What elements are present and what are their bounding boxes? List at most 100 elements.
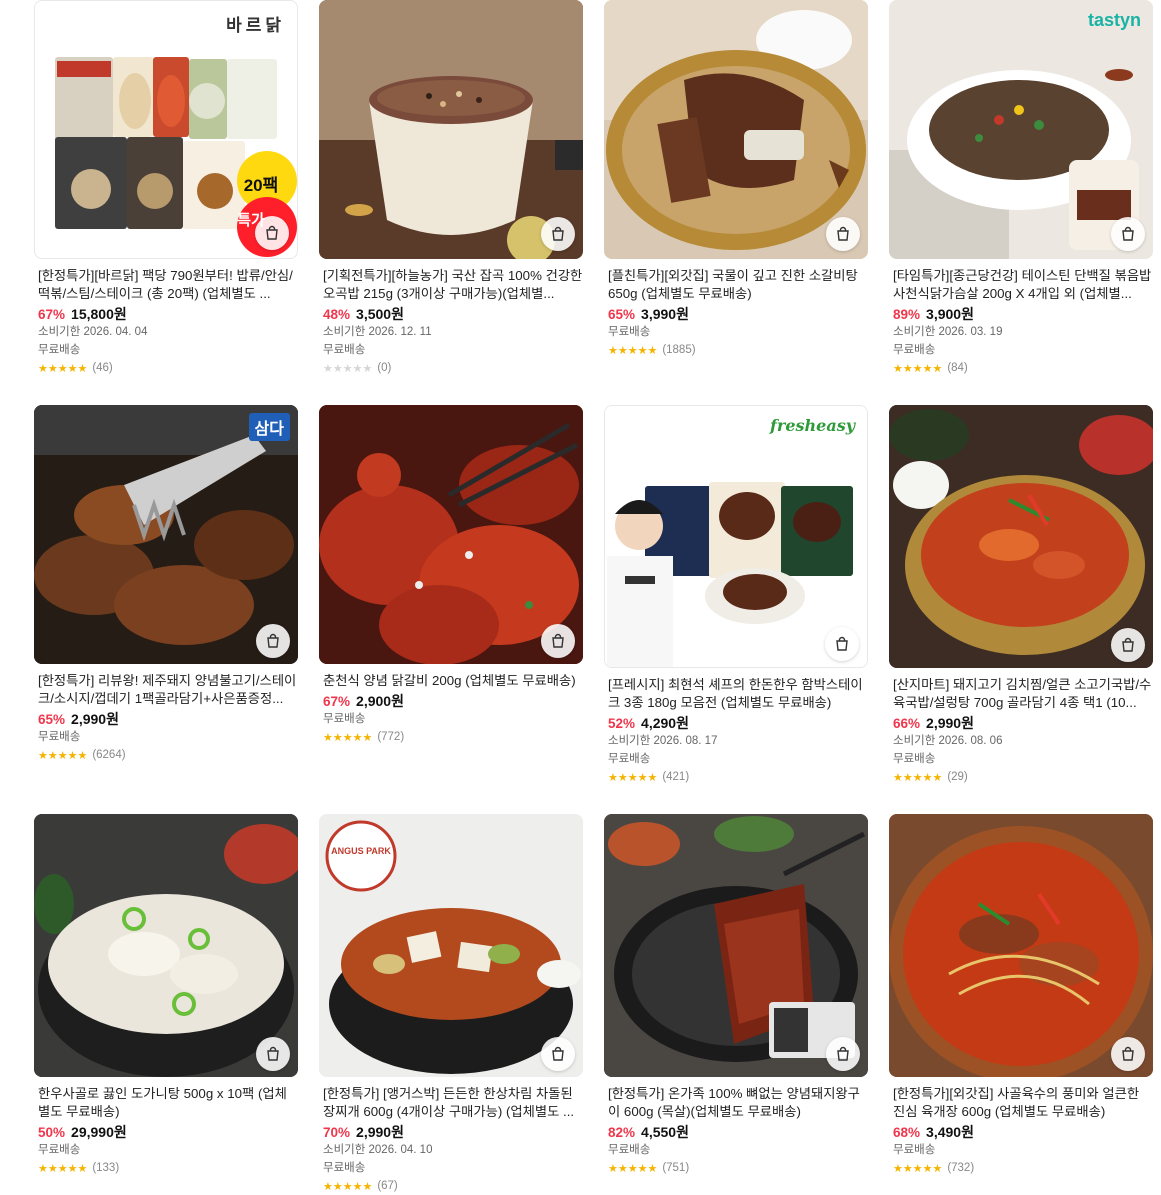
promo-badge: 20팩 — [243, 176, 279, 195]
product-image[interactable] — [604, 0, 868, 259]
add-to-cart-button[interactable] — [256, 1037, 290, 1071]
price-row: 65% 3,990원 — [604, 305, 868, 323]
discount-rate: 65% — [38, 711, 66, 727]
discount-rate: 65% — [608, 306, 636, 322]
product-title[interactable]: 한우사골로 끓인 도가니탕 500g x 10팩 (업체별도 무료배송) — [34, 1085, 298, 1121]
add-to-cart-button[interactable] — [541, 624, 575, 658]
add-to-cart-button[interactable] — [541, 1037, 575, 1071]
rating: ★★★★★ (1885) — [604, 341, 868, 359]
product-title[interactable]: [타임특가][종근당건강] 테이스틴 단백질 볶음밥 사천식닭가슴살 200g … — [889, 267, 1153, 303]
product-title[interactable]: [한정특가] [앵거스박] 든든한 한상차림 차돌된장찌개 600g (4개이상… — [319, 1085, 583, 1121]
sale-price: 3,490원 — [926, 1124, 974, 1140]
shopping-bag-icon — [267, 633, 279, 648]
product-card[interactable]: [한정특가][외갓집] 사골육수의 풍미와 얼큰한 진심 육개장 600g (업… — [889, 814, 1153, 1177]
price-row: 50% 29,990원 — [34, 1123, 298, 1141]
review-count: (6264) — [92, 749, 126, 761]
product-card[interactable]: 삼다 [한정특가] 리뷰왕! 제주돼지 양념불고기/스테이크/소시지/껍데기 1… — [34, 405, 298, 764]
product-title[interactable]: [플친특가][외갓집] 국물이 깊고 진한 소갈비탕 650g (업체별도 무료… — [604, 267, 868, 303]
sale-price: 3,500원 — [356, 306, 404, 322]
product-image[interactable] — [319, 0, 583, 259]
review-count: (133) — [92, 1162, 120, 1174]
product-card[interactable]: ANGUS PARK [한정특가] [앵거스박] 든든한 한상차림 차돌된장찌개… — [319, 814, 583, 1195]
brand-logo: 삼다 — [248, 413, 290, 441]
product-title[interactable]: [한정특가] 리뷰왕! 제주돼지 양념불고기/스테이크/소시지/껍데기 1팩골라… — [34, 672, 298, 708]
product-image[interactable] — [319, 405, 583, 664]
add-to-cart-button[interactable] — [1111, 1037, 1145, 1071]
shopping-bag-icon — [266, 225, 278, 240]
rating: ★★★★★ (732) — [889, 1159, 1153, 1177]
review-count: (772) — [377, 731, 405, 743]
product-card[interactable]: 바르닭 20팩 특가 [한정특가][바르닭] 팩당 790원부터! 밥류/안심/… — [34, 0, 298, 377]
add-to-cart-button[interactable] — [1111, 217, 1145, 251]
add-to-cart-button[interactable] — [825, 627, 859, 661]
shipping-info: 무료배송 — [608, 1144, 651, 1156]
product-title[interactable]: [한정특가][외갓집] 사골육수의 풍미와 얼큰한 진심 육개장 600g (업… — [889, 1085, 1153, 1121]
product-title[interactable]: [프레시지] 최현석 셰프의 한돈한우 함박스테이크 3종 180g 모음전 (… — [604, 676, 868, 712]
shipping-info: 무료배송 — [38, 344, 81, 356]
product-title[interactable]: [한정특가] 온가족 100% 뼈없는 양념돼지왕구이 600g (목살)(업체… — [604, 1085, 868, 1121]
shipping-info: 무료배송 — [608, 326, 651, 338]
brand-logo: 바르닭 — [226, 16, 285, 36]
expiry-date: 소비기한 2026. 08. 06 — [893, 735, 1003, 747]
sale-price: 2,900원 — [356, 693, 404, 709]
star-rating-icon: ★★★★★ — [38, 1162, 88, 1175]
shipping-info: 무료배송 — [323, 344, 366, 356]
product-image[interactable]: tastyn — [889, 0, 1153, 259]
review-count: (0) — [377, 362, 392, 374]
product-image[interactable]: 삼다 — [34, 405, 298, 664]
product-card[interactable]: [기획전특가][하늘농가] 국산 잡곡 100% 건강한 오곡밥 215g (3… — [319, 0, 583, 377]
product-title[interactable]: 춘천식 양념 닭갈비 200g (업체별도 무료배송) — [319, 672, 583, 690]
product-card[interactable]: [플친특가][외갓집] 국물이 깊고 진한 소갈비탕 650g (업체별도 무료… — [604, 0, 868, 359]
rating: ★★★★★ (772) — [319, 728, 583, 746]
shopping-bag-icon — [267, 1046, 279, 1061]
product-image[interactable]: fresheasy — [604, 405, 868, 668]
product-title[interactable]: [한정특가][바르닭] 팩당 790원부터! 밥류/안심/떡볶/스팀/스테이크 … — [34, 267, 298, 303]
product-card[interactable]: [한정특가] 온가족 100% 뼈없는 양념돼지왕구이 600g (목살)(업체… — [604, 814, 868, 1177]
product-image[interactable] — [889, 814, 1153, 1077]
product-image[interactable] — [34, 814, 298, 1077]
star-rating-icon: ★★★★★ — [608, 771, 658, 784]
expiry-date: 소비기한 2026. 08. 17 — [608, 735, 718, 747]
add-to-cart-button[interactable] — [826, 1037, 860, 1071]
rating: ★★★★★ (133) — [34, 1159, 298, 1177]
price-row: 67% 2,900원 — [319, 692, 583, 710]
discount-rate: 52% — [608, 715, 636, 731]
star-rating-icon: ★★★★★ — [608, 344, 658, 357]
product-image[interactable] — [604, 814, 868, 1077]
add-to-cart-button[interactable] — [256, 624, 290, 658]
sale-price: 3,900원 — [926, 306, 974, 322]
price-row: 67% 15,800원 — [34, 305, 298, 323]
shipping-info: 무료배송 — [608, 753, 651, 765]
discount-rate: 66% — [893, 715, 921, 731]
add-to-cart-button[interactable] — [1111, 628, 1145, 662]
product-card[interactable]: [산지마트] 돼지고기 김치찜/얼큰 소고기국밥/수육국밥/설렁탕 700g 골… — [889, 405, 1153, 786]
review-count: (46) — [92, 362, 113, 374]
rating: ★★★★★ (84) — [889, 359, 1153, 377]
product-image[interactable] — [889, 405, 1153, 668]
sale-price: 29,990원 — [71, 1124, 127, 1140]
discount-rate: 50% — [38, 1124, 66, 1140]
star-rating-icon: ★★★★★ — [38, 362, 88, 375]
price-row: 82% 4,550원 — [604, 1123, 868, 1141]
product-card[interactable]: 춘천식 양념 닭갈비 200g (업체별도 무료배송) 67% 2,900원 무… — [319, 405, 583, 746]
product-title[interactable]: [산지마트] 돼지고기 김치찜/얼큰 소고기국밥/수육국밥/설렁탕 700g 골… — [889, 676, 1153, 712]
shopping-bag-icon — [1122, 1046, 1134, 1061]
rating: ★★★★★ (751) — [604, 1159, 868, 1177]
add-to-cart-button[interactable] — [826, 217, 860, 251]
product-card[interactable]: fresheasy [프레시지] 최현석 셰프의 한돈한우 함박스테이크 3종 … — [604, 405, 868, 786]
product-title[interactable]: [기획전특가][하늘농가] 국산 잡곡 100% 건강한 오곡밥 215g (3… — [319, 267, 583, 303]
review-count: (421) — [662, 771, 690, 783]
product-image[interactable]: ANGUS PARK — [319, 814, 583, 1077]
product-card[interactable]: tastyn [타임특가][종근당건강] 테이스틴 단백질 볶음밥 사천식닭가슴… — [889, 0, 1153, 377]
star-rating-icon: ★★★★★ — [893, 362, 943, 375]
discount-rate: 68% — [893, 1124, 921, 1140]
shipping-info: 무료배송 — [893, 344, 936, 356]
product-image[interactable]: 바르닭 20팩 특가 — [34, 0, 298, 259]
product-card[interactable]: 한우사골로 끓인 도가니탕 500g x 10팩 (업체별도 무료배송) 50%… — [34, 814, 298, 1177]
shopping-bag-icon — [552, 633, 564, 648]
discount-rate: 67% — [38, 306, 66, 322]
add-to-cart-button[interactable] — [255, 216, 289, 250]
add-to-cart-button[interactable] — [541, 217, 575, 251]
discount-rate: 89% — [893, 306, 921, 322]
expiry-date: 소비기한 2026. 12. 11 — [323, 326, 432, 338]
